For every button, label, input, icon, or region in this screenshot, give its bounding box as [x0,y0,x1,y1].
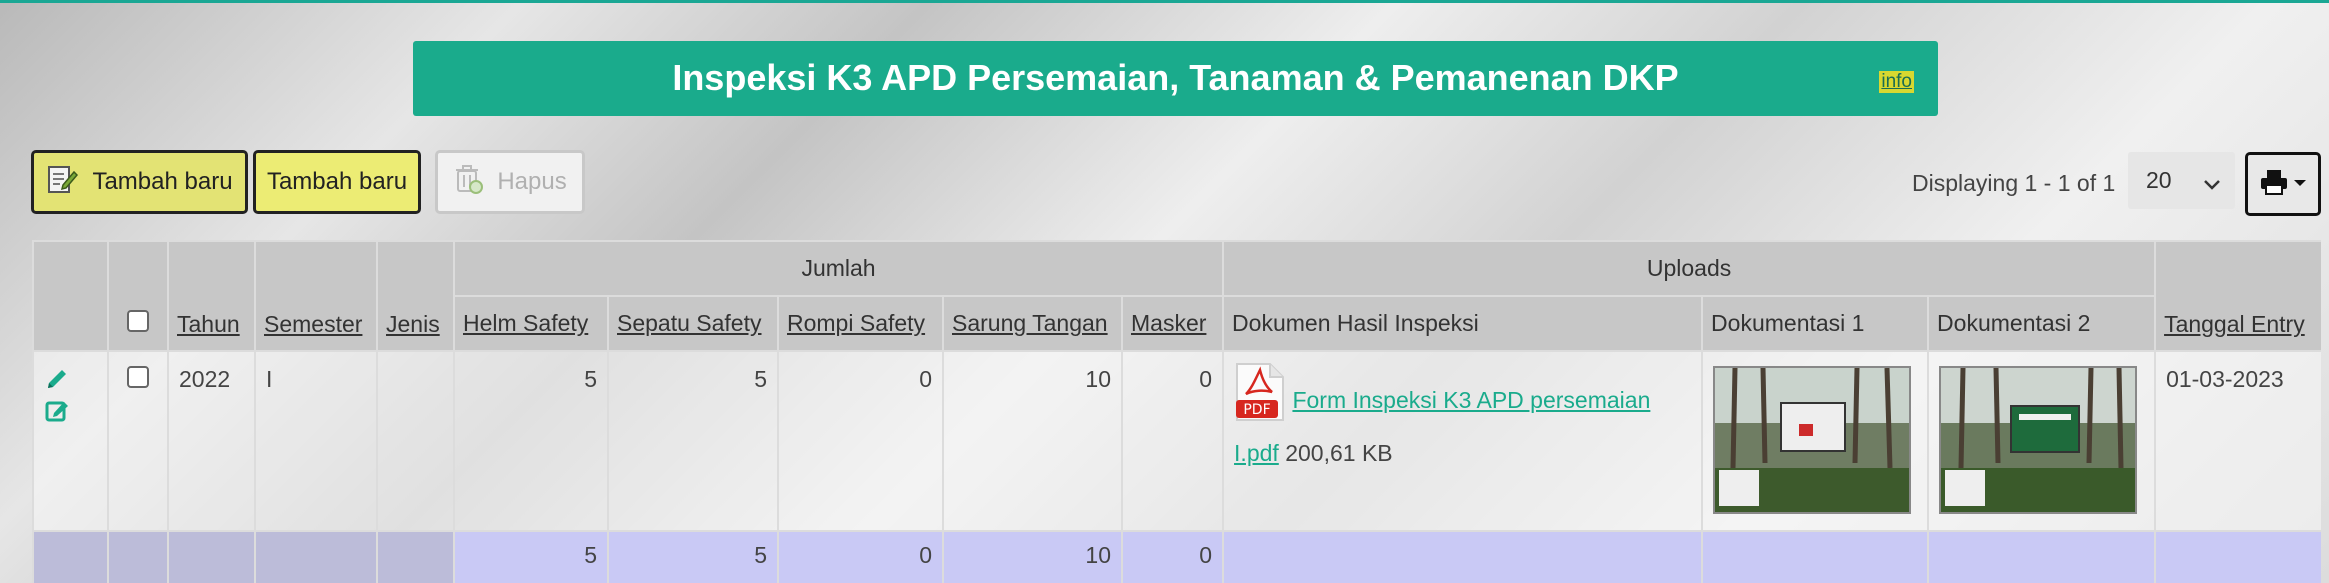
totals-row: 5 5 0 10 0 [32,530,2321,583]
totals-actions [32,530,109,583]
cell-sepatu-safety: 5 [607,350,779,532]
column-header-dokumentasi-2: Dokumentasi 2 [1927,295,2157,352]
add-new-button-label: Tambah baru [92,168,233,195]
select-all-header [107,240,169,352]
totals-dokumen [1222,530,1704,583]
total-sepatu-safety: 5 [607,530,779,583]
document-file-size: 200,61 KB [1285,440,1393,466]
trash-icon [453,163,484,202]
row-actions [32,350,109,532]
column-header-masker[interactable]: Masker [1120,295,1225,352]
totals-tahun [167,530,256,583]
pagination-status: Displaying 1 - 1 of 1 [1912,170,2116,196]
total-rompi-safety: 0 [777,530,944,583]
page-size-select[interactable]: 20 [2128,152,2235,209]
column-header-semester[interactable]: Semester [254,240,378,352]
delete-button-label: Hapus [497,168,567,195]
cell-sarung-tangan: 10 [942,350,1123,532]
column-header-rompi-safety[interactable]: Rompi Safety [777,295,944,352]
total-masker: 0 [1120,530,1225,583]
column-header-tanggal-entry[interactable]: Tanggal Entry [2154,240,2321,352]
select-all-checkbox[interactable] [127,310,149,332]
documentation-1-thumbnail[interactable] [1713,366,1912,514]
cell-tahun: 2022 [167,350,256,532]
page-size-value: 20 [2146,167,2172,193]
totals-dokumentasi-2 [1927,530,2157,583]
info-link[interactable]: info [1879,71,1914,93]
totals-dokumentasi-1 [1701,530,1930,583]
totals-semester [254,530,378,583]
cell-semester: I [254,350,378,532]
totals-tanggal [2154,530,2321,583]
column-header-helm-safety[interactable]: Helm Safety [453,295,609,352]
page-title: Inspeksi K3 APD Persemaian, Tanaman & Pe… [672,57,1679,98]
cell-dokumen: PDF Form Inspeksi K3 APD persemaian I.pd… [1222,350,1704,532]
pdf-icon: PDF [1234,362,1286,428]
cell-rompi-safety: 0 [777,350,944,532]
delete-button[interactable]: Hapus [435,150,585,214]
cell-masker: 0 [1120,350,1225,532]
column-header-dokumen: Dokumen Hasil Inspeksi [1222,295,1704,352]
data-grid: Tahun Semester Jenis Jumlah Uploads Tang… [32,240,2321,583]
cell-jenis [376,350,455,532]
add-new-button-secondary[interactable]: Tambah baru [253,150,421,214]
svg-text:PDF: PDF [1243,402,1270,418]
page-header: Inspeksi K3 APD Persemaian, Tanaman & Pe… [413,41,1938,116]
cell-tanggal-entry: 01-03-2023 [2154,350,2321,532]
column-header-jenis[interactable]: Jenis [376,240,455,352]
row-select [107,350,169,532]
total-helm-safety: 5 [453,530,609,583]
table-row: 2022 I 5 5 0 10 0 PDF Form Inspeksi K3 A… [32,350,2321,532]
row-checkbox[interactable] [127,366,149,388]
add-note-icon [46,163,79,202]
print-icon [2259,168,2289,201]
chevron-down-icon [2203,170,2221,197]
group-header-uploads: Uploads [1222,240,2157,297]
column-header-sarung-tangan[interactable]: Sarung Tangan [942,295,1123,352]
cell-dokumentasi-1 [1701,350,1930,532]
edit-pencil-icon[interactable] [44,370,70,397]
column-header-sepatu-safety[interactable]: Sepatu Safety [607,295,779,352]
top-accent-line [0,0,2329,3]
totals-select [107,530,169,583]
column-header-dokumentasi-1: Dokumentasi 1 [1701,295,1930,352]
group-header-jumlah: Jumlah [452,240,1225,297]
actions-header [32,240,109,352]
column-header-tahun[interactable]: Tahun [167,240,256,352]
add-new-button-secondary-label: Tambah baru [266,168,408,195]
edit-note-icon[interactable] [44,401,72,429]
print-menu-button[interactable] [2245,152,2321,216]
totals-jenis [376,530,455,583]
cell-dokumentasi-2 [1927,350,2157,532]
total-sarung-tangan: 10 [942,530,1123,583]
cell-helm-safety: 5 [453,350,609,532]
add-new-button[interactable]: Tambah baru [31,150,248,214]
chevron-down-icon [2293,175,2307,193]
documentation-2-thumbnail[interactable] [1939,366,2138,514]
